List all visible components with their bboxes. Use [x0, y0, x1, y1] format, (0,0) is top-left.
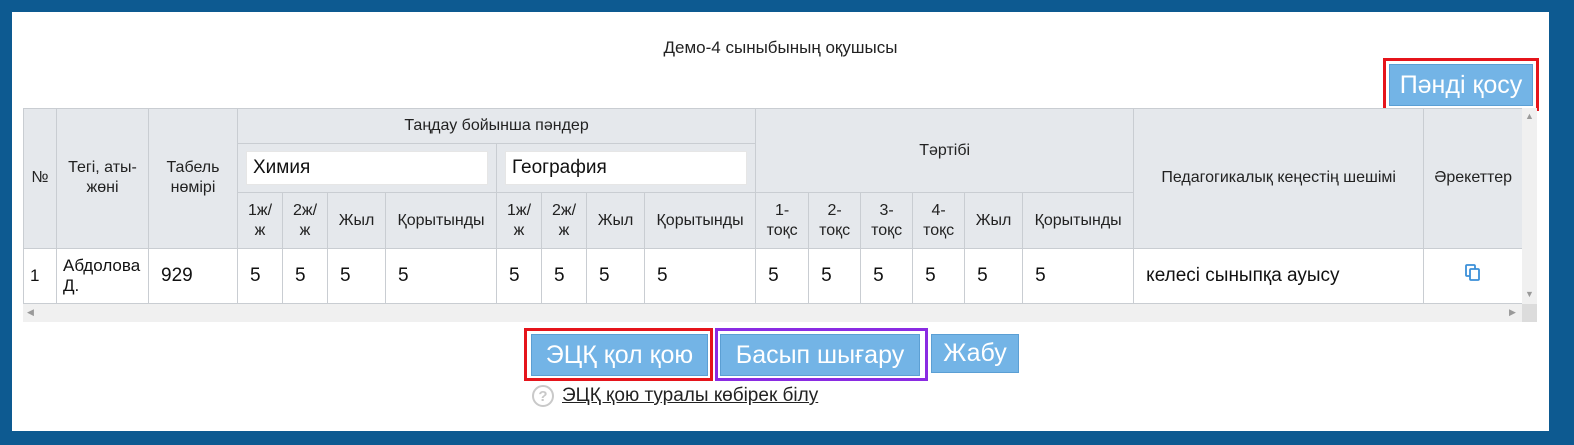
conduct-subcol-header: 4-тоқс [912, 192, 966, 249]
grade-cell: 5 [385, 247, 497, 305]
table-row: 1 Абдолова Д. 929 5 5 5 5 5 5 5 5 5 5 5 … [23, 247, 1524, 305]
help-link[interactable]: ЭЦҚ қою туралы көбірек білу [562, 385, 818, 407]
scroll-left-arrow[interactable]: ◀ [27, 308, 34, 317]
actions-cell [1423, 247, 1524, 305]
grade-cell: 5 [541, 247, 587, 305]
conduct-subcol-header: Қорытынды [1022, 192, 1135, 249]
conduct-cell: 5 [964, 247, 1024, 305]
col-header-elective: Таңдау бойынша пәндер [236, 108, 757, 145]
grade-cell: 5 [496, 247, 542, 305]
tabel-number: 929 [148, 247, 238, 305]
scroll-up-arrow[interactable]: ▲ [1525, 112, 1534, 121]
col-header-name: Тегі, аты-жөні [56, 108, 149, 249]
col-header-decision: Педагогикалық кеңестің шешімі [1133, 108, 1425, 249]
print-button[interactable]: Басып шығару [720, 334, 920, 376]
subcol-header: Жыл [327, 192, 386, 249]
page-title: Демо-4 сыныбының оқушысы [663, 38, 898, 57]
conduct-cell: 5 [808, 247, 862, 305]
copy-icon[interactable] [1465, 263, 1481, 288]
grade-cell: 5 [282, 247, 328, 305]
conduct-subcol-header: Жыл [964, 192, 1024, 249]
subcol-header: 2ж/ж [541, 192, 587, 249]
scrollbar-corner [1522, 304, 1537, 322]
conduct-subcol-header: 3-тоқс [860, 192, 914, 249]
scroll-down-arrow[interactable]: ▼ [1525, 290, 1534, 299]
subject-cell-1 [237, 143, 497, 194]
horizontal-scrollbar[interactable]: ◀ ▶ [23, 304, 1522, 322]
subject-input-geography[interactable] [505, 151, 748, 186]
subcol-header: 1ж/ж [496, 192, 542, 249]
conduct-cell: 5 [860, 247, 914, 305]
scroll-right-arrow[interactable]: ▶ [1509, 308, 1516, 317]
col-header-tabel: Табель нөмірі [148, 108, 238, 249]
conduct-cell: 5 [1022, 247, 1135, 305]
subcol-header: Қорытынды [385, 192, 497, 249]
grade-cell: 5 [586, 247, 645, 305]
student-name: Абдолова Д. [56, 247, 149, 305]
grade-cell: 5 [643, 247, 757, 305]
vertical-scrollbar[interactable]: ▲ ▼ [1522, 108, 1537, 304]
subcol-header: 1ж/ж [237, 192, 283, 249]
grade-cell: 5 [327, 247, 386, 305]
col-header-conduct: Тәртібі [755, 108, 1135, 194]
subcol-header: 2ж/ж [282, 192, 328, 249]
sign-button[interactable]: ЭЦҚ қол қою [531, 334, 708, 376]
help-row: ? ЭЦҚ қою туралы көбірек білу [532, 385, 818, 407]
subject-input-chemistry[interactable] [246, 151, 488, 186]
close-button[interactable]: Жабу [931, 334, 1019, 373]
col-header-actions: Әрекеттер [1423, 108, 1524, 249]
conduct-cell: 5 [912, 247, 966, 305]
dialog-panel: Демо-4 сыныбының оқушысы Пәнді қосу № Те… [12, 12, 1549, 431]
subcol-header: Жыл [586, 192, 645, 249]
row-number: 1 [23, 247, 57, 305]
grades-table-container: № Тегі, аты-жөні Табель нөмірі Таңдау бо… [23, 108, 1537, 322]
subject-cell-2 [495, 143, 757, 194]
col-header-number: № [23, 108, 57, 249]
conduct-cell: 5 [755, 247, 810, 305]
conduct-subcol-header: 1-тоқс [755, 192, 810, 249]
grades-table: № Тегі, аты-жөні Табель нөмірі Таңдау бо… [23, 108, 1524, 305]
question-icon: ? [532, 385, 554, 407]
add-subject-button[interactable]: Пәнді қосу [1389, 64, 1533, 106]
grade-cell: 5 [237, 247, 283, 305]
subcol-header: Қорытынды [643, 192, 757, 249]
decision-cell: келесі сыныпқа ауысу [1133, 247, 1425, 305]
conduct-subcol-header: 2-тоқс [808, 192, 862, 249]
